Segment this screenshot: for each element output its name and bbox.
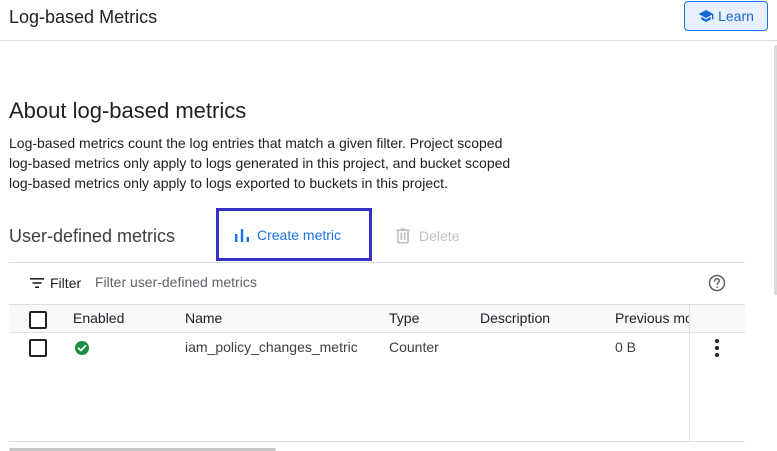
filter-label: Filter	[50, 275, 82, 291]
school-icon	[698, 10, 714, 22]
column-header-previous-month[interactable]: Previous mo	[615, 310, 693, 326]
help-icon[interactable]	[707, 273, 727, 293]
filter-input[interactable]	[95, 270, 655, 294]
more-vert-icon[interactable]	[707, 337, 727, 359]
page-header: Log-based Metrics Learn	[0, 0, 777, 41]
table-bottom-divider	[9, 441, 745, 442]
about-description-line: log-based metrics only apply to logs gen…	[9, 155, 511, 171]
metric-type-cell: Counter	[389, 339, 439, 355]
page-title: Log-based Metrics	[9, 7, 158, 27]
about-description-line: Log-based metrics count the log entries …	[9, 135, 503, 151]
column-header-enabled[interactable]: Enabled	[73, 310, 124, 326]
user-defined-metrics-title: User-defined metrics	[9, 226, 176, 246]
learn-button-label: Learn	[718, 8, 754, 24]
metric-name-cell[interactable]: iam_policy_changes_metric	[185, 339, 358, 355]
metric-previous-month-cell: 0 B	[615, 339, 637, 355]
create-metric-label: Create metric	[257, 226, 342, 243]
about-section-title: About log-based metrics	[9, 98, 247, 123]
select-all-checkbox[interactable]	[29, 311, 47, 329]
bar-chart-icon	[235, 228, 249, 242]
about-description: Log-based metrics count the log entries …	[9, 133, 529, 193]
learn-button[interactable]: Learn	[684, 1, 768, 31]
filter-top-divider	[9, 262, 745, 263]
check-circle-icon	[75, 341, 89, 355]
create-metric-button[interactable]: Create metric	[216, 208, 372, 261]
filter-icon	[30, 278, 44, 288]
delete-button[interactable]: Delete	[393, 225, 459, 247]
sticky-column-divider	[689, 304, 690, 441]
row-checkbox[interactable]	[29, 339, 47, 357]
delete-label: Delete	[419, 228, 460, 244]
trash-icon	[396, 228, 410, 244]
sticky-column-header	[690, 305, 745, 332]
about-description-line: log-based metrics only apply to logs exp…	[9, 175, 448, 191]
column-header-description[interactable]: Description	[480, 310, 550, 326]
column-header-name[interactable]: Name	[185, 310, 222, 326]
column-header-type[interactable]: Type	[389, 310, 419, 326]
